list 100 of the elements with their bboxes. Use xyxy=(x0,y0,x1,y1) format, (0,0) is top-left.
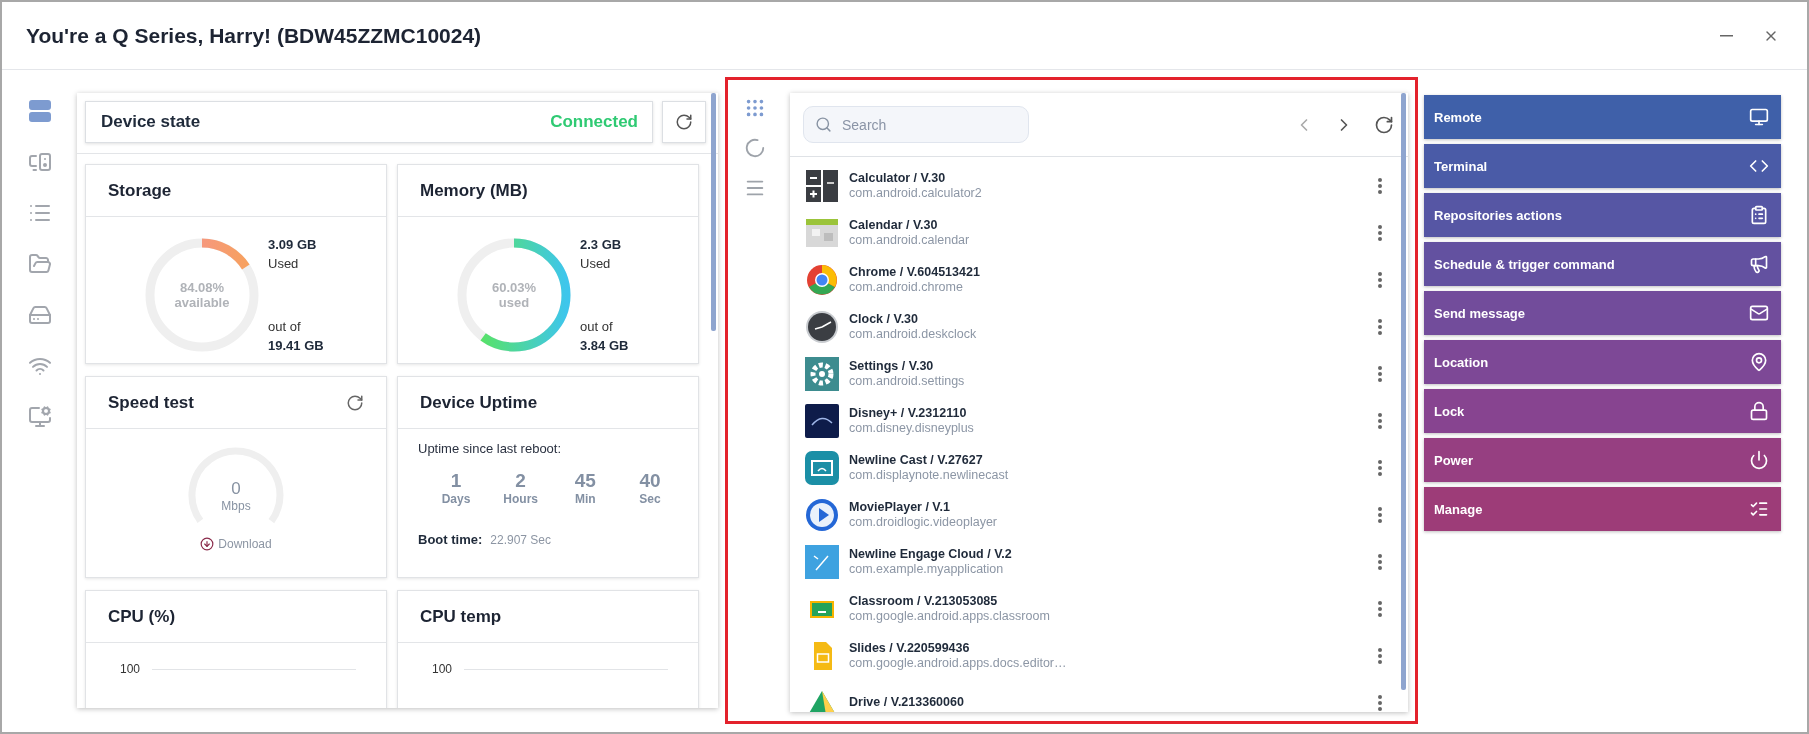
kebab-icon xyxy=(1378,506,1382,523)
app-row[interactable]: Slides / V.220599436 com.google.android.apps.docs.editor… xyxy=(804,632,1408,679)
card-title: CPU temp xyxy=(420,606,502,627)
app-name: Settings / V.30 xyxy=(849,358,935,374)
used-label: Used xyxy=(268,255,300,273)
tile-logo-icon xyxy=(804,402,840,439)
download-icon xyxy=(200,537,215,551)
action-button[interactable]: Remote xyxy=(1424,95,1781,139)
kebab-icon xyxy=(1378,365,1382,382)
total-value: 3.84 GB xyxy=(580,337,629,355)
action-button[interactable]: Terminal xyxy=(1424,144,1781,188)
boot-time-label: Boot time: xyxy=(418,532,483,547)
kebab-icon xyxy=(1378,694,1382,711)
uptime-unit: Days xyxy=(441,492,471,506)
card-title: Device Uptime xyxy=(420,392,538,413)
power-icon xyxy=(1749,450,1769,470)
kebab-icon xyxy=(1378,459,1382,476)
app-package: com.displaynote.newlinecast xyxy=(849,467,1010,483)
percent-value: 84.08% xyxy=(179,280,225,295)
monitor-icon xyxy=(1749,107,1769,127)
checklist-icon xyxy=(1749,499,1769,519)
app-row[interactable]: Calculator / V.30 com.android.calculator2 xyxy=(804,162,1408,209)
calculator-icon xyxy=(804,167,840,204)
speed-value: 0 xyxy=(231,479,241,499)
app-package: com.google.android.apps.docs.editor… xyxy=(849,655,1068,671)
app-row[interactable]: Newline Cast / V.27627 com.displaynote.newlinecast xyxy=(804,444,1408,491)
kebab-icon xyxy=(1378,553,1382,570)
uptime-unit: Min xyxy=(574,492,596,506)
card-title: Storage xyxy=(108,180,172,201)
window-title: You're a Q Series, Harry! (BDW45ZZMC10024) xyxy=(26,23,483,48)
app-row[interactable]: MoviePlayer / V.1 com.droidlogic.videoplayer xyxy=(804,491,1408,538)
boot-time-value: 22.907 Sec xyxy=(490,533,551,547)
action-button[interactable]: Send message xyxy=(1424,291,1781,335)
device-state-label: Device state xyxy=(101,112,201,132)
cast-screen-icon xyxy=(804,449,840,486)
lock-icon xyxy=(1749,401,1769,421)
uptime-caption: Uptime since last reboot: xyxy=(418,441,563,456)
action-button[interactable]: Lock xyxy=(1424,389,1781,433)
kebab-icon xyxy=(1378,177,1382,194)
search-field[interactable]: Search xyxy=(803,106,1029,143)
clock-icon xyxy=(804,308,840,345)
kebab-icon xyxy=(1378,271,1382,288)
app-name: Chrome / V.604513421 xyxy=(849,264,981,280)
refresh-button[interactable] xyxy=(346,393,364,412)
kebab-icon xyxy=(1378,600,1382,617)
app-row[interactable]: Clock / V.30 com.android.deskclock xyxy=(804,303,1408,350)
kebab-icon xyxy=(1378,224,1382,241)
app-package: com.google.android.apps.classroom xyxy=(849,608,1051,624)
pen-tile-icon xyxy=(804,543,840,580)
axis-tick: 100 xyxy=(120,662,141,676)
action-button[interactable]: Power xyxy=(1424,438,1781,482)
kebab-icon xyxy=(1378,318,1382,335)
app-name: Drive / V.213360060 xyxy=(849,695,965,710)
action-button[interactable]: Manage xyxy=(1424,487,1781,531)
app-row[interactable]: Drive / V.213360060 xyxy=(804,679,1408,712)
total-value: 19.41 GB xyxy=(268,337,324,355)
percent-label: available xyxy=(174,295,230,310)
app-name: Calendar / V.30 xyxy=(849,217,939,233)
app-name: Clock / V.30 xyxy=(849,311,920,327)
used-value: 3.09 GB xyxy=(268,236,318,254)
app-row[interactable]: Calendar / V.30 com.android.calendar xyxy=(804,209,1408,256)
refresh-button[interactable] xyxy=(1374,114,1394,135)
action-button[interactable]: Schedule & trigger command xyxy=(1424,242,1781,286)
app-row[interactable]: Settings / V.30 com.android.settings xyxy=(804,350,1408,397)
used-value: 2.3 GB xyxy=(580,236,623,254)
app-name: Slides / V.220599436 xyxy=(849,640,971,656)
uptime-value: 2 xyxy=(515,470,526,492)
card-title: Memory (MB) xyxy=(420,180,528,201)
download-label: Download xyxy=(218,537,272,551)
app-package: com.android.deskclock xyxy=(849,326,978,342)
speed-unit: Mbps xyxy=(221,499,251,513)
total-label: out of xyxy=(268,318,302,336)
scrollbar-thumb[interactable] xyxy=(1401,93,1406,690)
refresh-icon xyxy=(346,393,364,412)
search-icon xyxy=(815,116,832,133)
app-row[interactable]: Disney+ / V.2312110 com.disney.disneyplus xyxy=(804,397,1408,444)
axis-tick: 100 xyxy=(432,662,453,676)
total-label: out of xyxy=(580,318,614,336)
minimize-icon xyxy=(1720,34,1733,37)
kebab-icon xyxy=(1378,412,1382,429)
connection-status: Connected xyxy=(550,112,638,132)
app-name: Newline Engage Cloud / V.2 xyxy=(849,546,1013,562)
app-name: Classroom / V.213053085 xyxy=(849,593,999,609)
scrollbar-thumb[interactable] xyxy=(711,93,716,331)
refresh-button[interactable] xyxy=(662,101,706,143)
action-button[interactable]: Repositories actions xyxy=(1424,193,1781,237)
used-label: Used xyxy=(580,255,612,273)
card-title: CPU (%) xyxy=(108,606,176,627)
app-name: Disney+ / V.2312110 xyxy=(849,405,968,421)
app-row[interactable]: Chrome / V.604513421 com.android.chrome xyxy=(804,256,1408,303)
app-row[interactable]: Newline Engage Cloud / V.2 com.example.myapplication xyxy=(804,538,1408,585)
refresh-icon xyxy=(1374,114,1394,135)
uptime-unit: Hours xyxy=(503,492,538,506)
app-row[interactable]: Classroom / V.213053085 com.google.android.apps.classroom xyxy=(804,585,1408,632)
action-button[interactable]: Location xyxy=(1424,340,1781,384)
grid-icon[interactable] xyxy=(744,97,766,119)
app-package: com.android.settings xyxy=(849,373,966,389)
uptime-unit: Sec xyxy=(639,492,661,506)
app-name: Calculator / V.30 xyxy=(849,170,947,186)
refresh-icon xyxy=(675,113,693,131)
